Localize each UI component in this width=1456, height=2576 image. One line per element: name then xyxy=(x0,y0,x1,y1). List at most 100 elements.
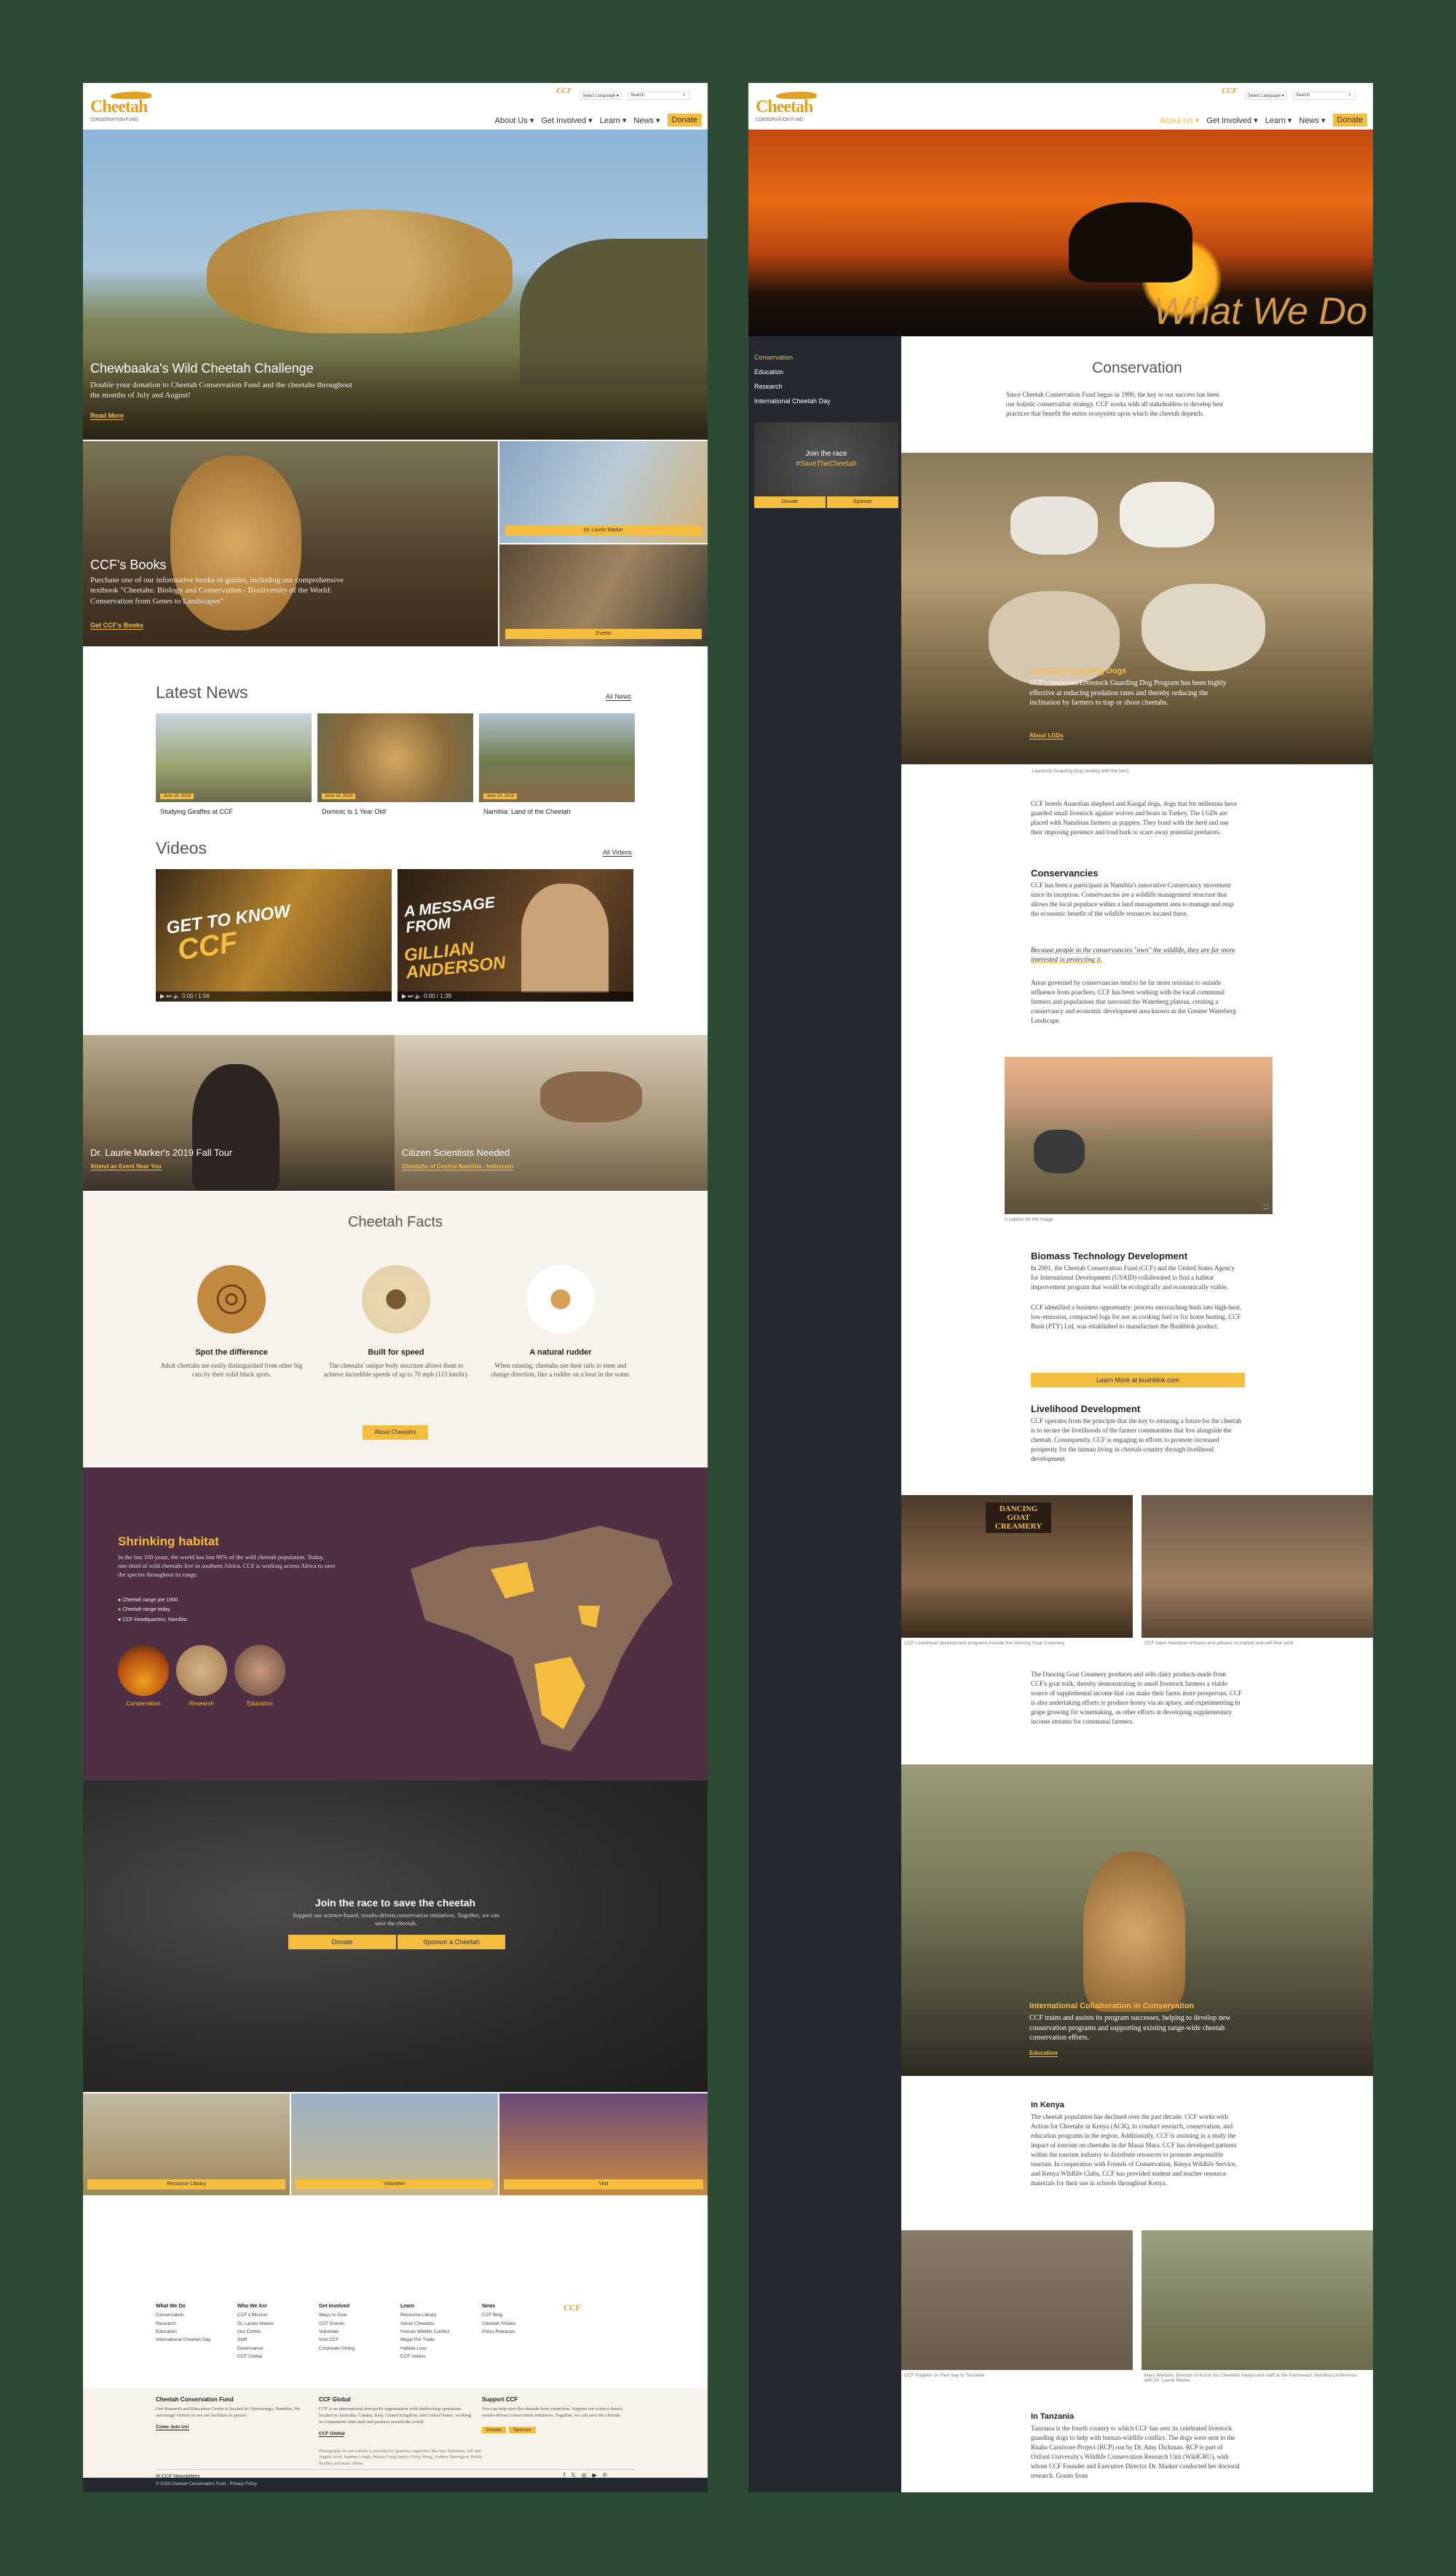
research-circle[interactable] xyxy=(176,1645,227,1696)
about-lgds-link[interactable]: About LGDs xyxy=(1029,732,1064,740)
footer-link[interactable]: Volunteer xyxy=(319,2328,355,2336)
ad-sponsor-button[interactable]: Sponsor xyxy=(827,496,898,508)
sidebar-ad[interactable]: Join the race #SaveTheCheetah Donate Spo… xyxy=(754,422,898,508)
donate-button[interactable]: Donate xyxy=(1332,114,1367,127)
news-card-image[interactable]: June 19, 2019 xyxy=(156,713,312,802)
news-card-image[interactable]: June 14, 2019 xyxy=(479,713,635,802)
events-tile[interactable]: Events xyxy=(499,544,708,646)
footer-link[interactable]: About Cheetahs xyxy=(400,2320,449,2328)
video-controls[interactable]: ▶ ⏭ 🔈 0:00 / 1:39 xyxy=(397,991,633,1002)
promo-link[interactable]: Attend an Event Near You xyxy=(90,1163,162,1170)
sidebar-item-conservation[interactable]: Conservation xyxy=(754,354,793,361)
all-news-link[interactable]: All News xyxy=(606,693,632,701)
footer-ccf-logo[interactable]: CCF xyxy=(563,2302,581,2313)
footer-link[interactable]: Our Centre xyxy=(237,2328,274,2336)
video-controls[interactable]: ▶ ⏭ 🔈 0:00 / 1:56 xyxy=(156,991,392,1002)
education-circle[interactable] xyxy=(234,1645,285,1696)
footer-link[interactable]: Governance xyxy=(237,2345,274,2353)
conservancy-image[interactable]: ⛶ xyxy=(1005,1057,1273,1214)
nav-about-us[interactable]: About Us ▾ xyxy=(1160,116,1200,125)
ccf-small-logo[interactable]: CCF xyxy=(1222,87,1238,95)
hero-banner[interactable]: Chewbaaka's Wild Cheetah Challenge Doubl… xyxy=(83,130,708,440)
circle-label[interactable]: Conservation xyxy=(118,1700,169,1707)
play-icon[interactable]: ▶ ⏭ 🔈 xyxy=(402,993,422,999)
books-link[interactable]: Get CCF's Books xyxy=(90,622,144,630)
circle-label[interactable]: Education xyxy=(234,1700,285,1707)
footer-link[interactable]: Education xyxy=(156,2328,211,2336)
laurie-marker-tile[interactable]: Dr. Laurie Marker xyxy=(499,441,708,543)
nav-get-involved[interactable]: Get Involved ▾ xyxy=(1206,116,1257,125)
footer-link[interactable]: CCF Events xyxy=(319,2320,355,2328)
news-title[interactable]: Studying Giraffes at CCF xyxy=(160,808,233,815)
search-icon[interactable]: ⌕ xyxy=(1348,92,1351,98)
footer-link[interactable]: CCF Global xyxy=(237,2353,274,2361)
sidebar-item-cheetah-day[interactable]: International Cheetah Day xyxy=(754,397,831,405)
footer-link[interactable]: International Cheetah Day xyxy=(156,2336,211,2344)
ad-donate-button[interactable]: Donate xyxy=(754,496,826,508)
footer-link[interactable]: Corporate Giving xyxy=(319,2345,355,2353)
nav-news[interactable]: News ▾ xyxy=(1299,116,1325,125)
lgd-banner[interactable]: Livestock Guarding Dogs CCF's renowned L… xyxy=(901,453,1373,764)
conservation-circle[interactable] xyxy=(118,1645,169,1696)
footer-link[interactable]: Dr. Laurie Marker xyxy=(237,2320,274,2328)
visit-tile[interactable]: Visit xyxy=(499,2093,708,2195)
footer-link[interactable]: CCF's Mission xyxy=(237,2311,274,2319)
footer-link[interactable]: CCF Videos xyxy=(400,2353,449,2361)
footer-link[interactable]: Staff xyxy=(237,2336,274,2344)
education-link[interactable]: Education xyxy=(1029,2050,1058,2057)
donate-button[interactable]: Donate xyxy=(667,114,702,127)
search-input[interactable]: Search xyxy=(1293,92,1356,100)
donate-button[interactable]: Donate xyxy=(288,1935,396,1949)
ccf-small-logo[interactable]: CCF xyxy=(556,87,572,95)
footer-link[interactable]: Cheetah Strides xyxy=(482,2320,516,2328)
news-title[interactable]: Namibia: Land of the Cheetah xyxy=(483,808,571,815)
about-cheetahs-button[interactable]: About Cheetahs xyxy=(363,1425,428,1440)
kenya-photo-2[interactable] xyxy=(1142,2230,1373,2370)
nav-get-involved[interactable]: Get Involved ▾ xyxy=(541,116,592,125)
volunteer-tile[interactable]: Volunteer xyxy=(291,2093,498,2195)
footer-donate-button[interactable]: Donate xyxy=(482,2427,506,2434)
footer-link[interactable]: CCF Blog xyxy=(482,2311,516,2319)
resource-library-tile[interactable]: Resource Library xyxy=(83,2093,290,2195)
footer-link[interactable]: Human Wildlife Conflict xyxy=(400,2328,449,2336)
hero-read-more-link[interactable]: Read More xyxy=(90,412,124,420)
artisans-photo[interactable] xyxy=(1142,1495,1373,1638)
footer-link[interactable]: Ways to Give xyxy=(319,2311,355,2319)
footer-link[interactable]: Press Releases xyxy=(482,2328,516,2336)
fall-tour-promo[interactable]: Dr. Laurie Marker's 2019 Fall Tour Atten… xyxy=(83,1035,395,1191)
expand-icon[interactable]: ⛶ xyxy=(1264,1203,1268,1211)
intl-collab-banner[interactable]: International Collaboration in Conservat… xyxy=(901,1764,1373,2076)
citizen-scientists-promo[interactable]: Citizen Scientists Needed Cheetahs of Ce… xyxy=(395,1035,708,1191)
ccf-logo[interactable]: Cheetah CONSERVATION FUND xyxy=(89,90,154,122)
footer-link[interactable]: Resource Library xyxy=(400,2311,449,2319)
ccf-logo[interactable]: Cheetah CONSERVATION FUND xyxy=(754,90,820,122)
search-icon[interactable]: ⌕ xyxy=(683,92,686,98)
ccf-global-link[interactable]: CCF Global xyxy=(319,2431,345,2438)
sponsor-cheetah-button[interactable]: Sponsor a Cheetah xyxy=(397,1935,505,1949)
footer-link[interactable]: Habitat Loss xyxy=(400,2345,449,2353)
sidebar-item-research[interactable]: Research xyxy=(754,383,783,390)
kenya-photo-1[interactable] xyxy=(901,2230,1133,2370)
sidebar-item-education[interactable]: Education xyxy=(754,368,783,376)
language-select[interactable]: Select Language ▾ xyxy=(1245,92,1287,100)
footer-link[interactable]: Conservation xyxy=(156,2311,211,2319)
promo-link[interactable]: Cheetahs of Central Namibia - Indexcam xyxy=(402,1163,513,1170)
news-title[interactable]: Dominic Is 1 Year Old! xyxy=(322,808,387,815)
all-videos-link[interactable]: All Videos xyxy=(603,849,632,857)
footer-link[interactable]: Research xyxy=(156,2320,211,2328)
nav-news[interactable]: News ▾ xyxy=(633,116,660,125)
nav-learn[interactable]: Learn ▾ xyxy=(1265,116,1292,125)
video-player[interactable]: GET TO KNOW CCF ▶ ⏭ 🔈 0:00 / 1:56 xyxy=(156,869,392,1002)
come-join-us-link[interactable]: Come Join Us! xyxy=(156,2425,189,2431)
circle-label[interactable]: Research xyxy=(176,1700,227,1707)
nav-about-us[interactable]: About Us ▾ xyxy=(495,116,534,125)
books-banner[interactable]: CCF's Books Purchase one of our informat… xyxy=(83,441,498,646)
footer-link[interactable]: Illegal Pet Trade xyxy=(400,2336,449,2344)
bushblok-button[interactable]: Learn More at bushblok.com xyxy=(1031,1373,1245,1387)
creamery-photo[interactable]: DANCING GOAT CREAMERY xyxy=(901,1495,1133,1638)
footer-link[interactable]: Visit CCF xyxy=(319,2336,355,2344)
play-icon[interactable]: ▶ ⏭ 🔈 xyxy=(160,993,181,999)
language-select[interactable]: Select Language ▾ xyxy=(579,92,622,100)
search-input[interactable]: Search xyxy=(628,92,690,100)
video-player[interactable]: A MESSAGE FROM GILLIAN ANDERSON ▶ ⏭ 🔈 0:… xyxy=(397,869,633,1002)
